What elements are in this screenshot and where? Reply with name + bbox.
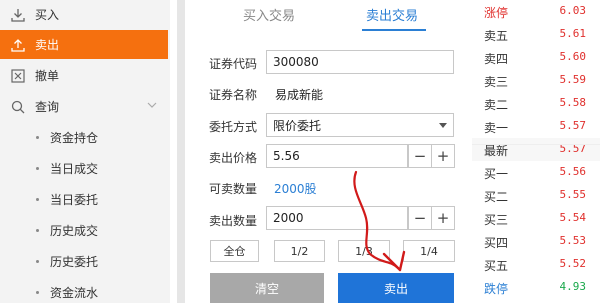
trade-tabs: 买入交易 卖出交易 xyxy=(203,0,461,34)
sidebar-subitem-label: 历史委托 xyxy=(50,254,99,269)
quote-row[interactable]: 最新 5.57 xyxy=(472,138,600,161)
quote-row[interactable]: 卖四 5.60 xyxy=(472,46,600,69)
quote-price: 5.54 xyxy=(559,211,587,224)
sidebar-item-cancel-order[interactable]: 撤单 xyxy=(0,61,168,90)
price-plus-button[interactable]: + xyxy=(431,144,455,168)
quote-level-label: 买二 xyxy=(484,190,509,204)
sidebar-item-label: 查询 xyxy=(35,100,60,114)
bullet-icon xyxy=(36,228,39,232)
divider xyxy=(472,144,600,145)
code-value: 300080 xyxy=(273,55,319,69)
quote-row[interactable]: 买四 5.53 xyxy=(472,230,600,253)
quote-row[interactable]: 买五 5.52 xyxy=(472,253,600,276)
clear-button[interactable]: 清空 xyxy=(210,273,324,303)
quote-level-label: 卖三 xyxy=(484,75,509,89)
bullet-icon xyxy=(36,259,39,263)
quote-level-label: 卖四 xyxy=(484,52,509,66)
quote-level-label: 卖一 xyxy=(484,121,509,135)
price-value: 5.56 xyxy=(273,149,300,163)
sidebar-subitem-label: 资金流水 xyxy=(50,285,99,300)
dropdown-arrow-icon xyxy=(439,123,447,128)
quote-price: 5.53 xyxy=(559,234,587,247)
annotation-arrow xyxy=(353,170,406,272)
quote-level-label: 卖五 xyxy=(484,29,509,43)
quote-board: 涨停 6.03 卖五 5.61 卖四 5.60 卖三 5.59 卖二 5.58 卖一 5.57 最新 5.… xyxy=(472,0,600,303)
sidebar-subitem-label: 当日委托 xyxy=(50,192,99,207)
quote-level-label: 涨停 xyxy=(484,6,509,20)
quote-price: 5.55 xyxy=(559,188,587,201)
price-minus-button[interactable]: − xyxy=(408,144,432,168)
code-label: 证券代码 xyxy=(209,57,258,71)
code-input[interactable]: 300080 xyxy=(266,50,454,74)
sidebar-subitem-fund-flow[interactable]: 资金流水 xyxy=(0,279,168,305)
available-quantity[interactable]: 2000股 xyxy=(274,180,317,197)
splitter[interactable] xyxy=(177,0,185,303)
method-label: 委托方式 xyxy=(209,120,258,134)
upload-icon xyxy=(10,37,26,53)
quote-price: 6.03 xyxy=(559,4,587,17)
order-method-value: 限价委托 xyxy=(273,118,322,133)
available-label: 可卖数量 xyxy=(209,182,258,196)
active-tab-indicator xyxy=(362,29,426,31)
quote-row[interactable]: 买二 5.55 xyxy=(472,184,600,207)
sidebar-item-label: 卖出 xyxy=(35,38,60,52)
bullet-icon xyxy=(36,197,39,201)
quote-row[interactable]: 卖一 5.57 xyxy=(472,115,600,138)
quote-price: 5.56 xyxy=(559,165,587,178)
sidebar-subitem-funds-positions[interactable]: 资金持仓 xyxy=(0,124,168,150)
sidebar-subitem-label: 当日成交 xyxy=(50,161,99,176)
name-label: 证券名称 xyxy=(209,88,258,102)
sidebar-subitem-label: 资金持仓 xyxy=(50,130,99,145)
price-label: 卖出价格 xyxy=(209,151,258,165)
quantity-plus-button[interactable]: + xyxy=(431,206,455,230)
quote-price: 4.93 xyxy=(559,280,587,293)
quote-level-label: 买五 xyxy=(484,259,509,273)
chevron-down-icon[interactable] xyxy=(146,99,158,114)
sidebar-item-label: 买入 xyxy=(35,8,60,22)
quantity-label: 卖出数量 xyxy=(209,214,258,228)
sidebar-item-label: 撤单 xyxy=(35,69,60,83)
sidebar-subitem-history-trades[interactable]: 历史成交 xyxy=(0,217,168,243)
quick-half-button[interactable]: 1/2 xyxy=(274,240,325,262)
sidebar-subitem-label: 历史成交 xyxy=(50,223,99,238)
quote-level-label: 跌停 xyxy=(484,282,509,296)
quote-price: 5.57 xyxy=(559,119,587,132)
tab-sell[interactable]: 卖出交易 xyxy=(366,5,418,27)
bullet-icon xyxy=(36,290,39,294)
quote-row[interactable]: 跌停 4.93 xyxy=(472,276,600,299)
sidebar-subitem-history-orders[interactable]: 历史委托 xyxy=(0,248,168,274)
bullet-icon xyxy=(36,166,39,170)
quote-level-label: 卖二 xyxy=(484,98,509,112)
cancel-box-icon xyxy=(10,68,26,84)
quote-row[interactable]: 卖二 5.58 xyxy=(472,92,600,115)
price-input[interactable]: 5.56 xyxy=(266,144,408,168)
sidebar-item-sell[interactable]: 卖出 xyxy=(0,30,168,59)
bullet-icon xyxy=(36,135,39,139)
quote-price: 5.60 xyxy=(559,50,587,63)
quote-level-label: 买一 xyxy=(484,167,509,181)
security-name: 易成新能 xyxy=(275,88,324,102)
quote-row[interactable]: 买三 5.54 xyxy=(472,207,600,230)
sidebar: 买入 卖出 撤单 查询 资金持仓 当日成交 当日委托 历史成交 历史委托 资金流… xyxy=(0,0,170,303)
quote-price: 5.52 xyxy=(559,257,587,270)
quote-row[interactable]: 涨停 6.03 xyxy=(472,0,600,23)
quote-row[interactable]: 买一 5.56 xyxy=(472,161,600,184)
download-icon xyxy=(10,7,26,23)
quick-all-button[interactable]: 全仓 xyxy=(210,240,259,262)
sidebar-item-buy[interactable]: 买入 xyxy=(0,0,168,29)
quote-level-label: 买四 xyxy=(484,236,509,250)
quote-price: 5.59 xyxy=(559,73,587,86)
quantity-value: 2000 xyxy=(273,211,304,225)
quote-row[interactable]: 卖三 5.59 xyxy=(472,69,600,92)
sidebar-subitem-today-trades[interactable]: 当日成交 xyxy=(0,155,168,181)
quote-row[interactable]: 卖五 5.61 xyxy=(472,23,600,46)
quote-level-label: 买三 xyxy=(484,213,509,227)
quote-price: 5.61 xyxy=(559,27,587,40)
order-method-select[interactable]: 限价委托 xyxy=(266,113,454,137)
search-icon xyxy=(10,99,26,115)
sidebar-subitem-today-orders[interactable]: 当日委托 xyxy=(0,186,168,212)
sidebar-item-query[interactable]: 查询 xyxy=(0,92,168,121)
quote-price: 5.58 xyxy=(559,96,587,109)
tab-buy[interactable]: 买入交易 xyxy=(243,5,295,27)
